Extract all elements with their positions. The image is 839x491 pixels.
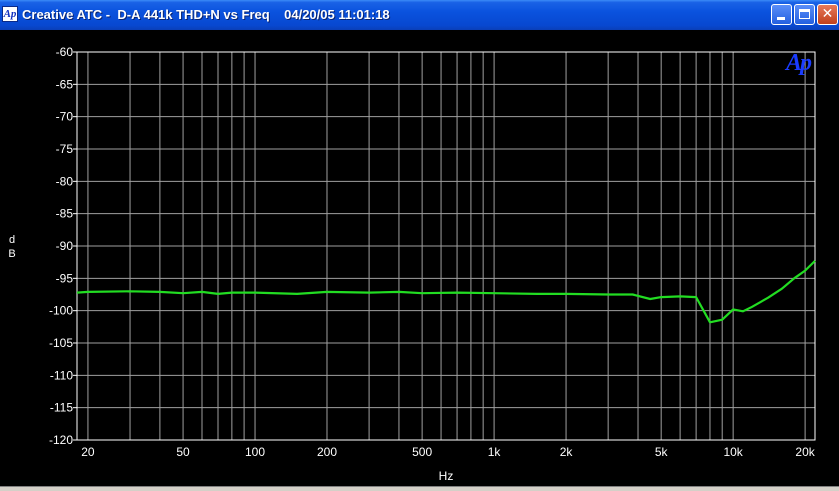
x-tick-label: 50 <box>176 445 190 459</box>
x-tick-label: 5k <box>655 445 669 459</box>
y-axis-label: B <box>8 248 15 260</box>
x-axis-label: Hz <box>439 469 454 483</box>
x-tick-label: 200 <box>317 445 337 459</box>
y-tick-label: -70 <box>56 110 74 124</box>
y-tick-label: -60 <box>56 45 74 59</box>
x-tick-label: 10k <box>723 445 743 459</box>
status-strip <box>0 486 839 491</box>
x-tick-label: 20 <box>81 445 95 459</box>
y-tick-label: -65 <box>56 77 74 91</box>
title-bar[interactable]: Ap Creative ATC - D-A 441k THD+N vs Freq… <box>0 0 839 30</box>
maximize-button[interactable] <box>794 4 815 25</box>
y-tick-label: -95 <box>56 271 74 285</box>
thd-n-chart: -60 -65 -70 -75 -80 -85 -90 -95 -100 -105 -110 -115… <box>8 45 816 483</box>
y-tick-label: -75 <box>56 142 74 156</box>
y-tick-label: -105 <box>49 336 73 350</box>
thd-n-trace <box>76 260 816 324</box>
y-tick-label: -110 <box>50 368 73 382</box>
maximize-icon <box>799 9 810 19</box>
ap-logo: Ap <box>786 50 812 76</box>
x-tick-label: 2k <box>560 445 574 459</box>
close-button[interactable]: ✕ <box>817 4 838 25</box>
y-tick-label: -100 <box>49 304 73 318</box>
x-tick-label: 500 <box>412 445 432 459</box>
y-tick-label: -85 <box>56 207 74 221</box>
close-icon: ✕ <box>821 6 834 22</box>
app-icon[interactable]: Ap <box>2 6 18 22</box>
y-tick-label: -80 <box>56 174 74 188</box>
minimize-icon <box>777 17 785 20</box>
y-axis-label: d <box>9 234 15 246</box>
x-tick-label: 100 <box>245 445 265 459</box>
minimize-button[interactable] <box>771 4 792 25</box>
y-tick-label: -120 <box>49 433 73 447</box>
x-tick-label: 1k <box>488 445 502 459</box>
y-tick-label: -90 <box>56 239 74 253</box>
window-title: Creative ATC - D-A 441k THD+N vs Freq 04… <box>22 7 390 22</box>
y-tick-label: -115 <box>50 401 73 415</box>
x-tick-label: 20k <box>795 445 815 459</box>
